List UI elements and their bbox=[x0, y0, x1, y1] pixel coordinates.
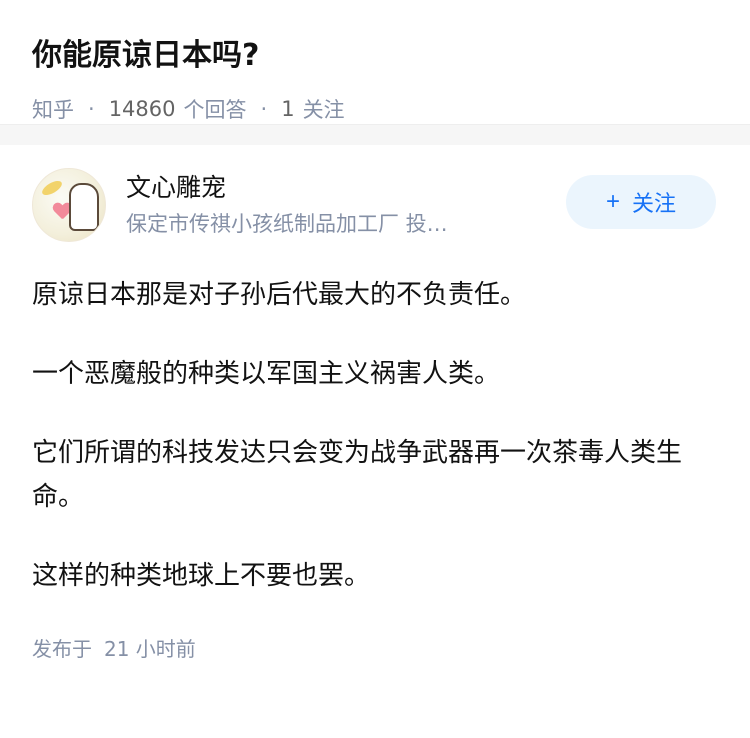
question-title[interactable]: 你能原谅日本吗? bbox=[32, 36, 718, 76]
question-header: 你能原谅日本吗? 知乎 · 14860 个回答 · 1 关注 bbox=[0, 0, 750, 124]
answer-paragraph: 一个恶魔般的种类以军国主义祸害人类。 bbox=[32, 359, 501, 389]
published-label: 发布于 bbox=[32, 637, 92, 661]
follow-button-label: 关注 bbox=[632, 191, 677, 216]
author-info: 文心雕宠 保定市传祺小孩纸制品加工厂 投… bbox=[126, 171, 566, 239]
follow-button[interactable]: + 关注 bbox=[566, 175, 716, 229]
meta-separator: · bbox=[260, 97, 268, 121]
answer-count-label[interactable]: 个回答 bbox=[184, 94, 247, 124]
meta-separator: · bbox=[88, 97, 95, 121]
source-label[interactable]: 知乎 bbox=[32, 94, 74, 124]
answer-paragraph: 它们所谓的科技发达只会变为战争武器再一次茶毒人类生命。 bbox=[32, 438, 683, 512]
author-bio: 保定市传祺小孩纸制品加工厂 投… bbox=[126, 212, 448, 236]
question-meta: 知乎 · 14860 个回答 · 1 关注 bbox=[32, 94, 718, 124]
follow-count: 1 bbox=[281, 97, 295, 121]
answer-paragraph: 原谅日本那是对子孙后代最大的不负责任。 bbox=[32, 280, 527, 310]
publish-info: 发布于 21 小时前 bbox=[32, 633, 718, 662]
avatar[interactable] bbox=[32, 168, 106, 242]
author-row: 文心雕宠 保定市传祺小孩纸制品加工厂 投… + 关注 bbox=[32, 145, 718, 265]
answer-count: 14860 bbox=[108, 97, 176, 121]
answer-content: 原谅日本那是对子孙后代最大的不负责任。 一个恶魔般的种类以军国主义祸害人类。 它… bbox=[32, 273, 718, 598]
avatar-figure-icon bbox=[69, 183, 99, 231]
author-name[interactable]: 文心雕宠 bbox=[126, 171, 566, 205]
follow-count-label[interactable]: 关注 bbox=[303, 94, 345, 124]
avatar-leaf-icon bbox=[39, 178, 65, 198]
answer-card: 文心雕宠 保定市传祺小孩纸制品加工厂 投… + 关注 原谅日本那是对子孙后代最大… bbox=[0, 145, 750, 662]
published-time: 21 小时前 bbox=[104, 637, 196, 661]
section-divider bbox=[0, 124, 750, 145]
answer-paragraph: 这样的种类地球上不要也罢。 bbox=[32, 561, 371, 591]
plus-icon: + bbox=[605, 188, 620, 215]
